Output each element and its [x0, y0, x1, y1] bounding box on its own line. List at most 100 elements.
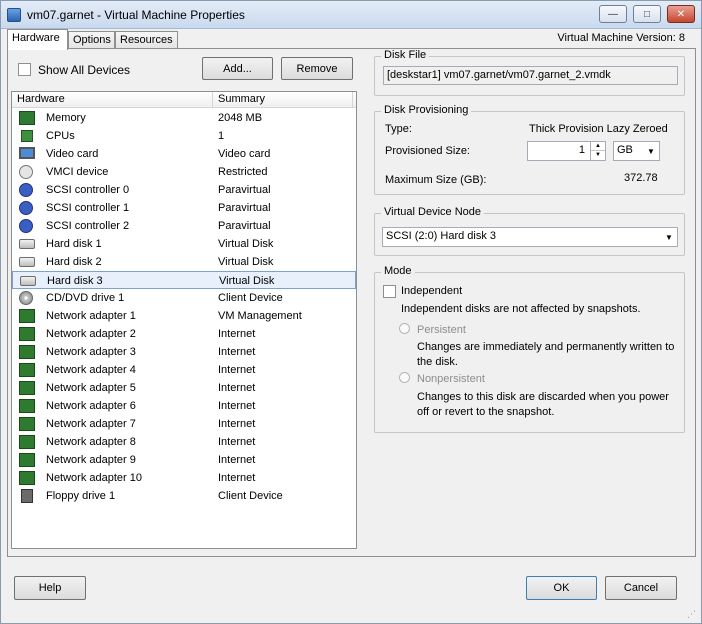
- hardware-row-name: Network adapter 1: [46, 310, 136, 322]
- persistent-radio[interactable]: [399, 323, 410, 334]
- title-bar[interactable]: vm07.garnet - Virtual Machine Properties…: [1, 1, 701, 29]
- independent-checkbox[interactable]: [383, 285, 396, 298]
- chevron-down-icon: ▼: [665, 232, 673, 242]
- window-title: vm07.garnet - Virtual Machine Properties: [27, 8, 245, 22]
- independent-description: Independent disks are not affected by sn…: [401, 303, 641, 315]
- hardware-row[interactable]: SCSI controller 0 Paravirtual: [12, 181, 356, 199]
- hardware-row[interactable]: Network adapter 7 Internet: [12, 415, 356, 433]
- remove-device-button[interactable]: Remove: [281, 57, 353, 80]
- hardware-row[interactable]: Network adapter 1 VM Management: [12, 307, 356, 325]
- hardware-row[interactable]: CD/DVD drive 1 Client Device: [12, 289, 356, 307]
- size-unit-select[interactable]: GB ▼: [613, 141, 660, 161]
- cancel-label: Cancel: [623, 582, 659, 594]
- hardware-row[interactable]: Network adapter 10 Internet: [12, 469, 356, 487]
- column-divider[interactable]: [212, 92, 213, 108]
- add-device-button[interactable]: Add...: [202, 57, 273, 80]
- network-adapter-icon: [19, 435, 35, 449]
- hardware-row-summary: 1: [218, 130, 225, 142]
- provisioned-size-label: Provisioned Size:: [385, 145, 470, 157]
- hardware-row-name: SCSI controller 0: [46, 184, 130, 196]
- vmci-icon: [19, 165, 33, 179]
- hardware-row-summary: Internet: [218, 328, 256, 340]
- tab-hardware[interactable]: Hardware: [7, 29, 68, 50]
- provisioned-size-input[interactable]: 1 ▲ ▼: [527, 141, 606, 161]
- maximize-icon: □: [643, 8, 651, 20]
- hardware-row-name: Hard disk 3: [47, 275, 103, 287]
- persistent-label: Persistent: [417, 324, 466, 336]
- spin-up-icon[interactable]: ▲: [591, 142, 605, 151]
- show-all-devices-checkbox[interactable]: [18, 63, 31, 76]
- network-adapter-icon: [19, 309, 35, 323]
- hardware-row-name: Memory: [46, 112, 86, 124]
- hardware-row[interactable]: Network adapter 3 Internet: [12, 343, 356, 361]
- hardware-row[interactable]: Network adapter 5 Internet: [12, 379, 356, 397]
- hardware-row-summary: Internet: [218, 454, 256, 466]
- disk-provisioning-group: Disk Provisioning Type: Thick Provision …: [374, 104, 685, 195]
- ok-button[interactable]: OK: [526, 576, 597, 600]
- hardware-row-summary: Internet: [218, 346, 256, 358]
- help-button[interactable]: Help: [14, 576, 86, 600]
- hard-disk-icon: [19, 239, 35, 249]
- hardware-row[interactable]: Video card Video card: [12, 145, 356, 163]
- column-summary[interactable]: Summary: [218, 93, 265, 105]
- close-button[interactable]: ✕: [667, 5, 695, 23]
- provisioned-size-value: 1: [578, 144, 585, 156]
- tab-resources[interactable]: Resources: [115, 31, 178, 49]
- hardware-row[interactable]: Hard disk 1 Virtual Disk: [12, 235, 356, 253]
- hardware-row-summary: Virtual Disk: [218, 238, 274, 250]
- hardware-row-name: CPUs: [46, 130, 75, 142]
- hardware-row-summary: Internet: [218, 472, 256, 484]
- column-hardware[interactable]: Hardware: [17, 93, 65, 105]
- cpu-icon: [21, 130, 33, 142]
- mode-title: Mode: [381, 265, 415, 277]
- hardware-row-summary: Paravirtual: [218, 184, 271, 196]
- cancel-button[interactable]: Cancel: [605, 576, 677, 600]
- virtual-device-node-select[interactable]: SCSI (2:0) Hard disk 3 ▼: [382, 227, 678, 247]
- hardware-row-name: Network adapter 4: [46, 364, 136, 376]
- size-spinner[interactable]: ▲ ▼: [590, 142, 605, 160]
- monitor-icon: [19, 147, 35, 159]
- network-adapter-icon: [19, 417, 35, 431]
- hardware-row[interactable]: CPUs 1: [12, 127, 356, 145]
- hardware-row[interactable]: VMCI device Restricted: [12, 163, 356, 181]
- tab-options[interactable]: Options: [68, 31, 115, 49]
- hardware-row[interactable]: Network adapter 9 Internet: [12, 451, 356, 469]
- hardware-row[interactable]: Hard disk 2 Virtual Disk: [12, 253, 356, 271]
- hardware-row-summary: VM Management: [218, 310, 302, 322]
- hardware-row-name: Network adapter 6: [46, 400, 136, 412]
- hardware-row-name: Hard disk 2: [46, 256, 102, 268]
- resize-grip-icon[interactable]: ⋰: [687, 609, 697, 619]
- network-adapter-icon: [19, 345, 35, 359]
- hardware-row-name: Network adapter 7: [46, 418, 136, 430]
- nonpersistent-description: Changes to this disk are discarded when …: [417, 391, 669, 418]
- hardware-list[interactable]: Hardware Summary Memory 2048 MB CPUs 1 Video…: [11, 91, 357, 549]
- minimize-button[interactable]: —: [599, 5, 627, 23]
- hardware-row-name: Network adapter 9: [46, 454, 136, 466]
- hardware-row-summary: Virtual Disk: [219, 275, 275, 287]
- vm-app-icon: [7, 8, 21, 22]
- network-adapter-icon: [19, 381, 35, 395]
- disk-file-title: Disk File: [381, 49, 430, 61]
- maximize-button[interactable]: □: [633, 5, 661, 23]
- hardware-row[interactable]: SCSI controller 2 Paravirtual: [12, 217, 356, 235]
- hardware-list-header: Hardware Summary: [12, 92, 356, 108]
- hardware-row[interactable]: Memory 2048 MB: [12, 109, 356, 127]
- hardware-row[interactable]: Network adapter 2 Internet: [12, 325, 356, 343]
- help-label: Help: [38, 582, 62, 594]
- show-all-devices-label: Show All Devices: [38, 63, 131, 77]
- hardware-row-name: CD/DVD drive 1: [46, 292, 125, 304]
- hardware-row-name: Network adapter 5: [46, 382, 136, 394]
- hardware-row[interactable]: Network adapter 6 Internet: [12, 397, 356, 415]
- spin-down-icon[interactable]: ▼: [591, 151, 605, 160]
- hardware-row[interactable]: Hard disk 3 Virtual Disk: [12, 271, 356, 289]
- hardware-row[interactable]: SCSI controller 1 Paravirtual: [12, 199, 356, 217]
- hardware-row[interactable]: Network adapter 4 Internet: [12, 361, 356, 379]
- disk-file-path-field[interactable]: [deskstar1] vm07.garnet/vm07.garnet_2.vm…: [383, 66, 678, 85]
- hardware-row[interactable]: Floppy drive 1 Client Device: [12, 487, 356, 505]
- nonpersistent-radio[interactable]: [399, 372, 410, 383]
- hardware-row[interactable]: Network adapter 8 Internet: [12, 433, 356, 451]
- network-adapter-icon: [19, 363, 35, 377]
- hardware-row-name: SCSI controller 1: [46, 202, 130, 214]
- max-size-label: Maximum Size (GB):: [385, 174, 487, 186]
- add-device-label: Add...: [223, 62, 252, 75]
